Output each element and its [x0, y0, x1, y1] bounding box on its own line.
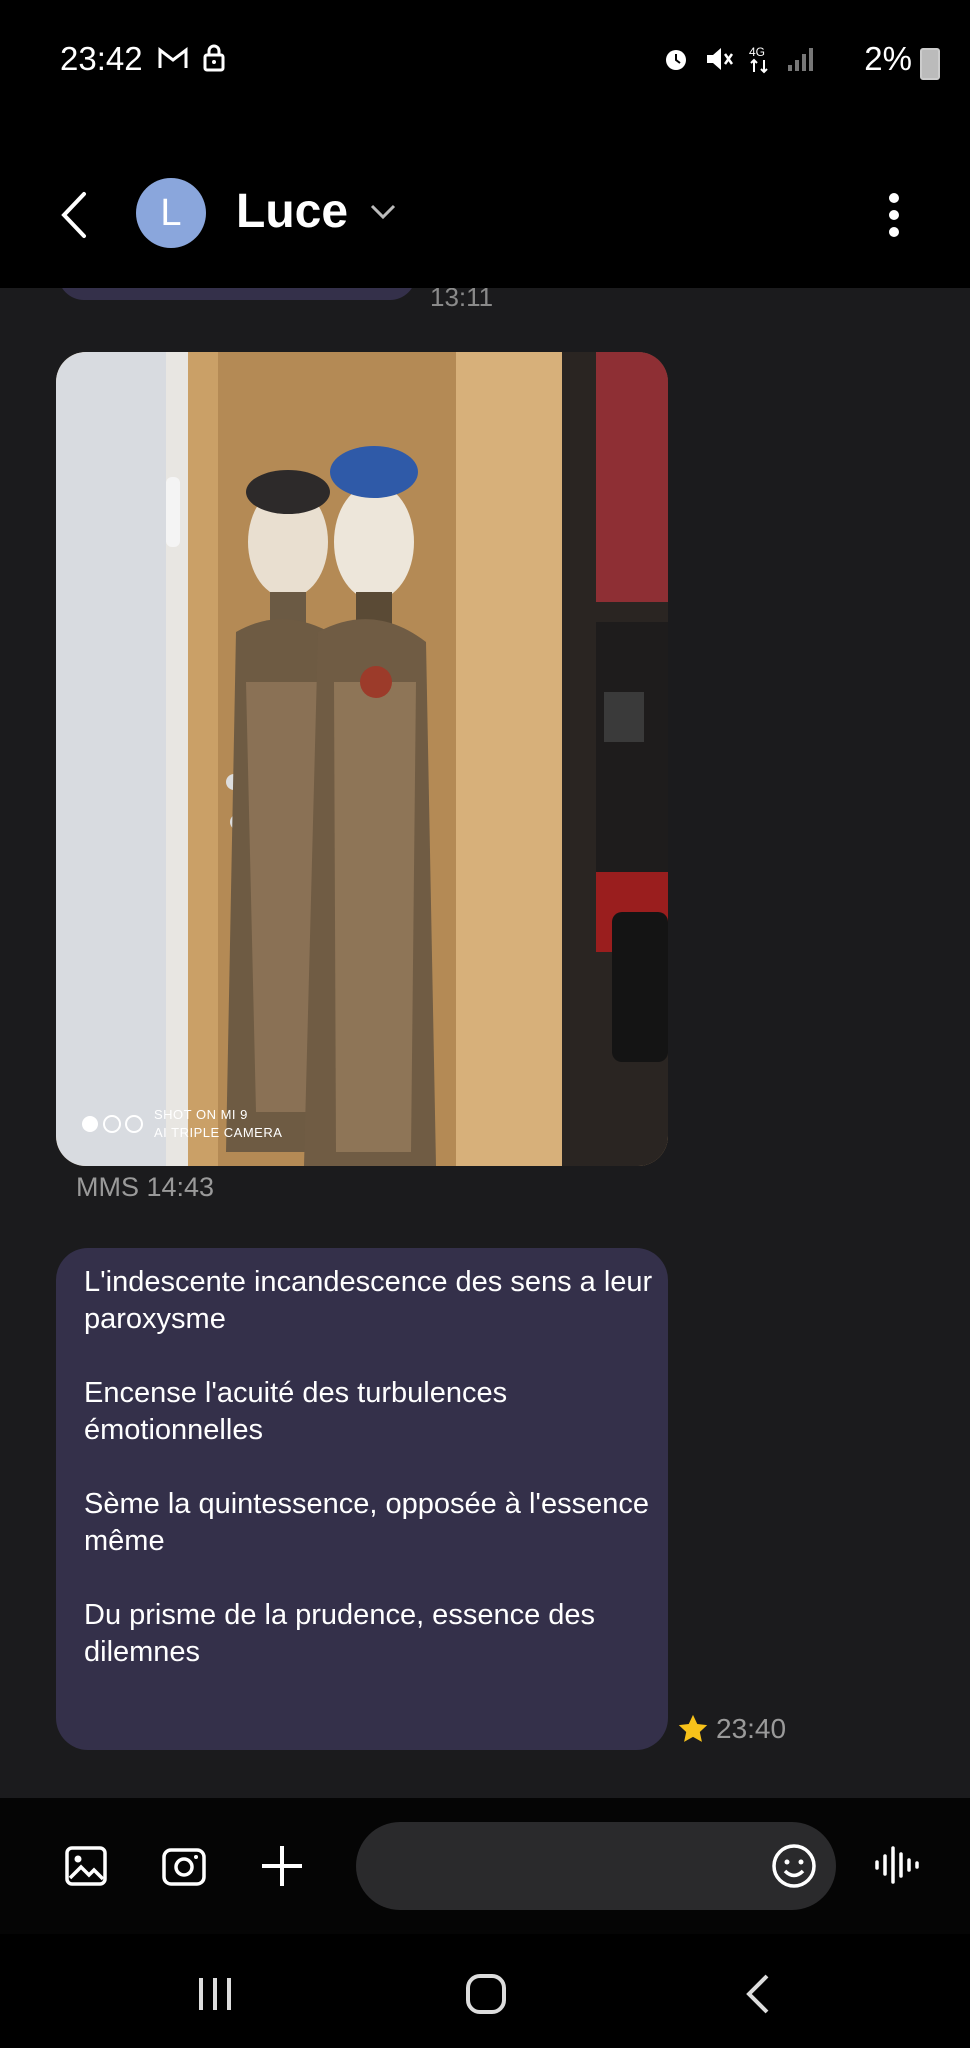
plus-icon[interactable] [258, 1842, 306, 1890]
message-text: L'indescente incandescence des sens a le… [84, 1266, 653, 1668]
star-icon [678, 1714, 708, 1742]
voice-icon[interactable] [874, 1842, 920, 1888]
contact-name[interactable]: Luce [236, 184, 348, 239]
chevron-down-icon[interactable] [368, 202, 398, 222]
back-button[interactable] [58, 190, 88, 240]
message-input[interactable] [386, 1822, 770, 1912]
back-icon[interactable] [737, 1972, 781, 2016]
watermark-line2: AI TRIPLE CAMERA [154, 1125, 283, 1140]
message-list[interactable]: 13:11 SHOT ON MI 9 AI TRIPLE CAMERA MMS … [0, 288, 970, 1798]
emoji-icon[interactable] [770, 1842, 818, 1890]
composer-bar [0, 1798, 970, 1934]
battery-charging-icon [920, 48, 940, 80]
message-input-container[interactable] [356, 1822, 836, 1912]
conversation-header: L Luce [0, 120, 970, 288]
battery-percent: 2% [864, 40, 912, 77]
signal-icon [788, 48, 813, 71]
status-bar: 23:42 4G 2% [0, 0, 970, 120]
network-4g-icon: 4G [749, 45, 768, 74]
message-meta: 23:40 [676, 1712, 786, 1746]
gmail-icon [158, 46, 188, 68]
message-bubble[interactable]: L'indescente incandescence des sens a le… [56, 1248, 668, 1750]
previous-message-bubble[interactable] [58, 288, 416, 300]
more-options-button[interactable] [888, 192, 900, 238]
alarm-icon [666, 50, 686, 70]
puppets-photo [56, 352, 668, 1166]
system-navigation-bar [0, 1934, 970, 2048]
lock-icon [203, 44, 225, 72]
svg-text:4G: 4G [749, 45, 765, 59]
photo-attachment[interactable]: SHOT ON MI 9 AI TRIPLE CAMERA [56, 352, 668, 1166]
message-time: 23:40 [716, 1713, 787, 1744]
mms-time: MMS 14:43 [76, 1172, 215, 1202]
recents-icon[interactable] [193, 1972, 237, 2016]
watermark-line1: SHOT ON MI 9 [154, 1107, 248, 1122]
camera-icon[interactable] [160, 1842, 208, 1890]
home-icon[interactable] [464, 1972, 508, 2016]
status-time: 23:42 [60, 40, 143, 77]
previous-message-time: 13:11 [430, 288, 494, 312]
avatar[interactable]: L [136, 178, 206, 248]
gallery-icon[interactable] [62, 1842, 110, 1890]
mute-icon [707, 48, 734, 70]
